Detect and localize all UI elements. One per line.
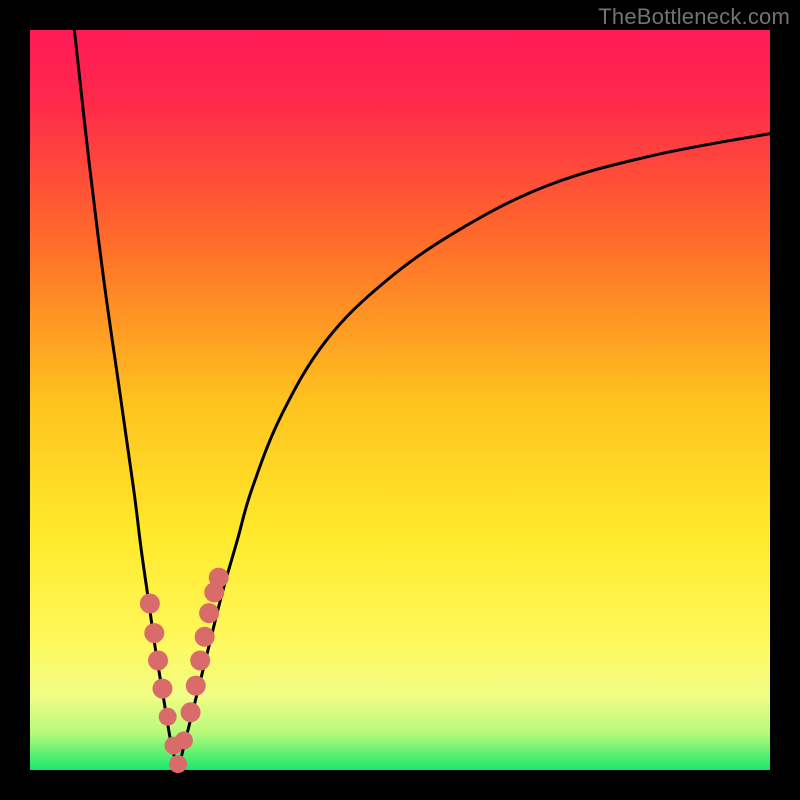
marker-point bbox=[181, 702, 201, 722]
marker-point bbox=[159, 708, 177, 726]
marker-point bbox=[144, 623, 164, 643]
chart-frame: TheBottleneck.com bbox=[0, 0, 800, 800]
marker-point bbox=[190, 650, 210, 670]
marker-point bbox=[209, 568, 229, 588]
marker-point bbox=[169, 755, 187, 773]
marker-point bbox=[199, 603, 219, 623]
curve-right-branch bbox=[178, 134, 770, 770]
plot-area bbox=[30, 30, 770, 770]
marker-point bbox=[152, 679, 172, 699]
marker-point bbox=[195, 627, 215, 647]
watermark-label: TheBottleneck.com bbox=[598, 4, 790, 30]
marker-point bbox=[175, 731, 193, 749]
marker-point bbox=[186, 676, 206, 696]
marker-point bbox=[148, 650, 168, 670]
marker-point bbox=[140, 594, 160, 614]
bottleneck-curve bbox=[30, 30, 770, 770]
